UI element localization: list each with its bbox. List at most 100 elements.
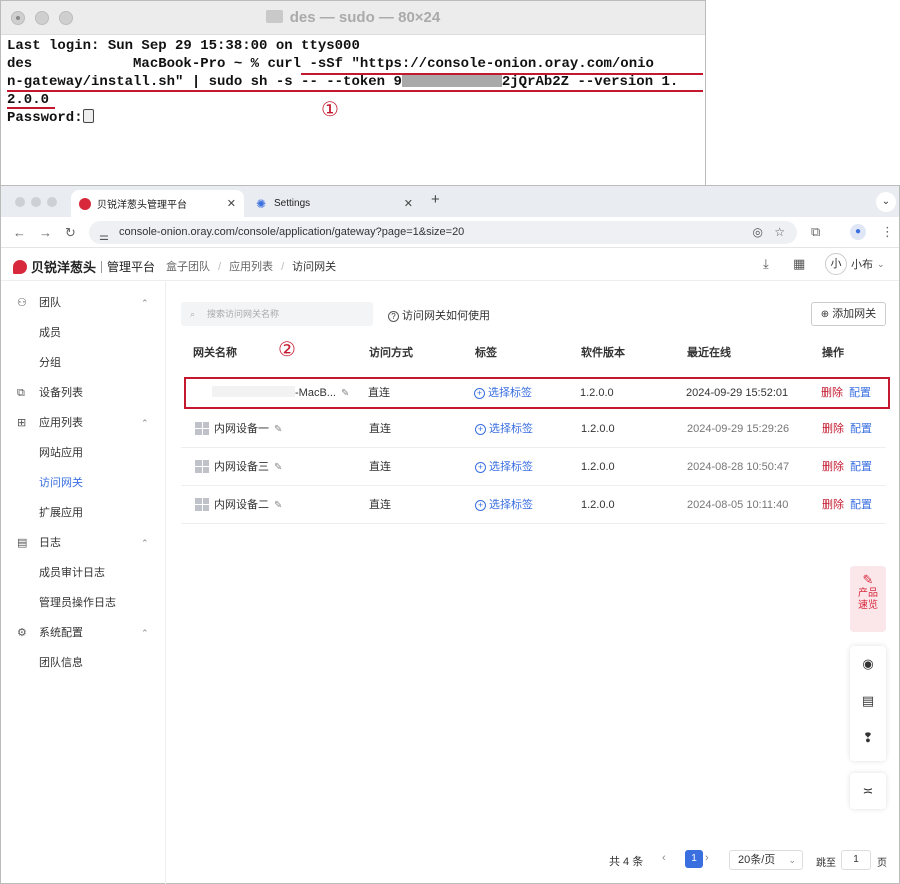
search-input[interactable]: ⌕ 搜索访问网关名称 bbox=[181, 302, 373, 326]
document-icon[interactable]: ▤ bbox=[850, 693, 886, 709]
redacted-token bbox=[401, 73, 502, 87]
delete-link[interactable]: 删除 bbox=[822, 461, 844, 473]
device-icon: ⧉ bbox=[17, 387, 25, 399]
page-size-select[interactable]: 20条/页 ⌄ bbox=[729, 850, 803, 870]
qrcode-icon[interactable]: ▦ bbox=[793, 256, 805, 272]
sidebar-item-team-info[interactable]: 团队信息 bbox=[1, 648, 166, 678]
prev-page-icon[interactable]: ‹ bbox=[662, 852, 666, 864]
breadcrumb: 盒子团队 / 应用列表 / 访问网关 bbox=[166, 261, 337, 273]
window-close-icon[interactable] bbox=[15, 197, 25, 207]
forward-icon[interactable]: → bbox=[39, 225, 52, 240]
config-link[interactable]: 配置 bbox=[850, 461, 872, 473]
last-online: 2024-08-05 10:11:40 bbox=[687, 499, 789, 511]
collapse-icon[interactable]: ≍ bbox=[850, 773, 886, 809]
window-minimize-icon[interactable] bbox=[31, 197, 41, 207]
column-header: 标签 bbox=[475, 347, 497, 359]
total-count: 共 4 条 bbox=[609, 856, 644, 868]
terminal-output[interactable]: Last login: Sun Sep 29 15:38:00 on ttys0… bbox=[1, 35, 705, 128]
sidebar-item-devices[interactable]: ⧉ 设备列表 bbox=[1, 378, 166, 408]
sidebar-item-audit-log[interactable]: 成员审计日志 bbox=[1, 558, 166, 588]
delete-link[interactable]: 删除 bbox=[821, 387, 843, 399]
version: 1.2.0.0 bbox=[581, 499, 615, 511]
star-icon[interactable]: ☆ bbox=[774, 221, 785, 244]
sidebar-item-admin-log[interactable]: 管理员操作日志 bbox=[1, 588, 166, 618]
page-1-button[interactable]: 1 bbox=[685, 850, 703, 868]
url-field[interactable]: ⚌ console-onion.oray.com/console/applica… bbox=[89, 221, 797, 244]
key-icon bbox=[82, 109, 94, 123]
sidebar-item-team[interactable]: ⚇ 团队 ⌃ bbox=[1, 288, 166, 318]
table-row[interactable]: 内网设备三 ✎ 直连 + 选择标签 1.2.0.0 2024-08-28 10:50… bbox=[181, 448, 886, 486]
sidebar-item-web-apps[interactable]: 网站应用 bbox=[1, 438, 166, 468]
brand-logo[interactable]: 贝锐洋葱头 管理平台 bbox=[13, 257, 155, 276]
help-link[interactable]: ? 访问网关如何使用 bbox=[388, 307, 490, 323]
table-row[interactable]: 内网设备二 ✎ 直连 + 选择标签 1.2.0.0 2024-08-05 10:11… bbox=[181, 486, 886, 524]
edit-icon[interactable]: ✎ bbox=[274, 462, 282, 473]
sidebar-item-apps[interactable]: ⊞ 应用列表 ⌃ bbox=[1, 408, 166, 438]
sidebar-item-settings[interactable]: ⚙ 系统配置 ⌃ bbox=[1, 618, 166, 648]
help-text: 访问网关如何使用 bbox=[402, 310, 490, 322]
breadcrumb-item[interactable]: 盒子团队 bbox=[166, 261, 210, 273]
select-tag-link[interactable]: + 选择标签 bbox=[475, 448, 533, 486]
brand-name: 贝锐洋葱头 bbox=[31, 260, 97, 275]
delete-link[interactable]: 删除 bbox=[822, 423, 844, 435]
close-tab-icon[interactable]: ✕ bbox=[227, 197, 236, 210]
download-icon[interactable]: ⤓ bbox=[763, 256, 769, 272]
config-link[interactable]: 配置 bbox=[849, 387, 871, 399]
select-tag-link[interactable]: + 选择标签 bbox=[475, 410, 533, 448]
product-overview-button[interactable]: ✎ 产品速览 bbox=[850, 566, 886, 632]
add-gateway-button[interactable]: ⊕ 添加网关 bbox=[811, 302, 886, 326]
tab-settings[interactable]: ✺ Settings ✕ bbox=[248, 190, 421, 217]
sidebar-item-groups[interactable]: 分组 bbox=[1, 348, 166, 378]
chevron-down-icon[interactable]: ⌄ bbox=[876, 192, 896, 212]
extensions-icon[interactable]: ⧉ bbox=[811, 224, 820, 240]
gateway-name: 内网设备一 bbox=[214, 423, 269, 435]
select-tag-link[interactable]: + 选择标签 bbox=[474, 379, 532, 407]
close-tab-icon[interactable]: ✕ bbox=[404, 197, 413, 210]
sidebar: ⚇ 团队 ⌃ 成员 分组 ⧉ 设备列表 ⊞ 应用列表 ⌃ 网站应用 访问网关 扩展应用 ▤… bbox=[1, 282, 166, 884]
table-row[interactable]: 内网设备一 ✎ 直连 + 选择标签 1.2.0.0 2024-09-29 15:29… bbox=[181, 410, 886, 448]
chevron-down-icon: ⌄ bbox=[877, 258, 885, 269]
tab-console[interactable]: 贝锐洋葱头管理平台 ✕ bbox=[71, 190, 244, 217]
last-online: 2024-09-29 15:52:01 bbox=[686, 387, 789, 399]
config-link[interactable]: 配置 bbox=[850, 499, 872, 511]
window-zoom-icon[interactable] bbox=[47, 197, 57, 207]
edit-icon[interactable]: ✎ bbox=[274, 424, 282, 435]
sidebar-item-gateway[interactable]: 访问网关 bbox=[1, 468, 166, 498]
search-icon: ⌕ bbox=[190, 309, 196, 319]
edit-icon[interactable]: ✎ bbox=[341, 388, 349, 399]
wechat-icon[interactable]: ◉ bbox=[850, 656, 886, 672]
terminal-titlebar: des — sudo — 80×24 bbox=[1, 1, 705, 35]
breadcrumb-item[interactable]: 应用列表 bbox=[229, 261, 273, 273]
sidebar-item-logs[interactable]: ▤ 日志 ⌃ bbox=[1, 528, 166, 558]
feedback-icon[interactable]: ❢ bbox=[850, 730, 886, 746]
column-header: 最近在线 bbox=[687, 347, 731, 359]
tab-label: 贝锐洋葱头管理平台 bbox=[97, 200, 187, 211]
onion-logo-icon bbox=[13, 259, 27, 274]
user-menu[interactable]: 小 小布 ⌄ bbox=[825, 253, 885, 275]
select-tag-link[interactable]: + 选择标签 bbox=[475, 486, 533, 524]
terminal-line: Last login: Sun Sep 29 15:38:00 on ttys0… bbox=[7, 38, 360, 54]
menu-kebab-icon[interactable]: ⋮ bbox=[881, 224, 894, 240]
sidebar-item-ext-apps[interactable]: 扩展应用 bbox=[1, 498, 166, 528]
next-page-icon[interactable]: › bbox=[705, 852, 709, 864]
annotation-2: ② bbox=[278, 337, 296, 361]
reload-icon[interactable]: ↻ bbox=[65, 225, 76, 241]
new-tab-icon[interactable]: + bbox=[431, 191, 440, 208]
breadcrumb-current: 访问网关 bbox=[292, 261, 337, 273]
terminal-window: des — sudo — 80×24 Last login: Sun Sep 2… bbox=[0, 0, 706, 186]
app-header: 贝锐洋葱头 管理平台 盒子团队 / 应用列表 / 访问网关 ⤓ ▦ 小 小布 ⌄ bbox=[1, 248, 899, 281]
eye-slash-icon[interactable]: ◎ bbox=[753, 221, 763, 244]
last-online: 2024-09-29 15:29:26 bbox=[687, 423, 790, 435]
sidebar-item-members[interactable]: 成员 bbox=[1, 318, 166, 348]
jump-input[interactable]: 1 bbox=[841, 850, 871, 870]
delete-link[interactable]: 删除 bbox=[822, 499, 844, 511]
page-size-value: 20条/页 bbox=[738, 854, 776, 866]
last-online: 2024-08-28 10:50:47 bbox=[687, 461, 790, 473]
site-info-icon[interactable]: ⚌ bbox=[99, 226, 109, 249]
config-link[interactable]: 配置 bbox=[850, 423, 872, 435]
main-content: ⌕ 搜索访问网关名称 ? 访问网关如何使用 ⊕ 添加网关 网关名称 访问方式 标签 软… bbox=[166, 282, 900, 884]
profile-icon[interactable]: ● bbox=[850, 224, 866, 240]
edit-icon[interactable]: ✎ bbox=[274, 500, 282, 511]
back-icon[interactable]: ← bbox=[13, 225, 26, 240]
table-row[interactable]: -MacB... ✎ 直连 + 选择标签 1.2.0.0 2024-09-29 15… bbox=[184, 377, 890, 409]
